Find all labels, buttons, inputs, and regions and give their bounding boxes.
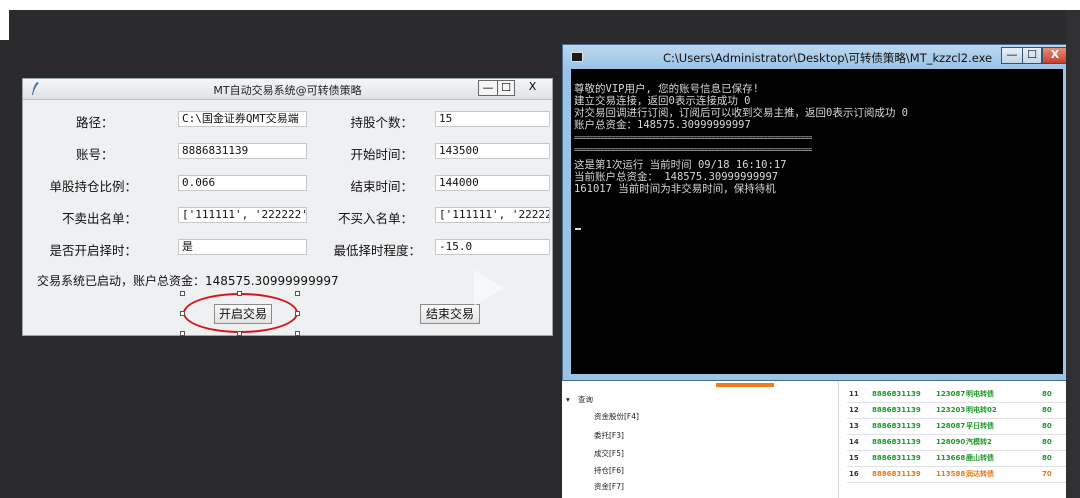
table-row[interactable]: 11 8886831139 123087 明电转债 80 — [562, 387, 1066, 402]
end-time-label: 结束时间： — [350, 179, 413, 194]
start-time-input[interactable]: 143500 — [435, 143, 550, 159]
console-title-bar[interactable]: C:\Users\Administrator\Desktop\可转债策略\MT_… — [563, 45, 1069, 69]
table-cell-qty: 70 — [1042, 470, 1052, 478]
no-sell-list-input[interactable]: ['111111', '222222'] — [178, 207, 307, 223]
path-input[interactable]: C:\国金证券QMT交易端 — [178, 111, 307, 127]
table-cell-code: 128087 — [936, 422, 966, 430]
hold-count-label: 持股个数： — [350, 115, 413, 130]
close-button[interactable]: X — [519, 80, 546, 96]
min-timing-label: 最低择时程度： — [333, 243, 421, 258]
console-line: 账户总资金：148575.30999999997 — [574, 119, 751, 131]
minimize-button[interactable]: — — [478, 80, 498, 96]
console-app-icon — [571, 52, 583, 62]
console-minimize-button[interactable]: — — [1001, 47, 1023, 64]
table-cell-qty: 80 — [1042, 438, 1052, 446]
selection-handle[interactable] — [180, 311, 185, 316]
console-window: C:\Users\Administrator\Desktop\可转债策略\MT_… — [562, 44, 1070, 381]
selection-handle[interactable] — [295, 331, 300, 336]
table-row[interactable]: 12 8886831139 123203 明电转02 80 — [562, 403, 1066, 418]
console-cursor — [575, 228, 581, 230]
table-cell-account: 8886831139 — [872, 390, 921, 398]
end-time-input[interactable]: 144000 — [435, 175, 550, 191]
highlight-ellipse — [183, 293, 298, 333]
hold-count-input[interactable]: 15 — [435, 111, 550, 127]
start-time-label: 开始时间： — [350, 147, 413, 162]
selection-handle[interactable] — [180, 291, 185, 296]
table-cell-account: 8886831139 — [872, 454, 921, 462]
table-cell-account: 8886831139 — [872, 406, 921, 414]
table-cell-account: 8886831139 — [872, 422, 921, 430]
table-cell-qty: 80 — [1042, 390, 1052, 398]
table-cell-code: 113668 — [936, 454, 966, 462]
table-cell-no: 16 — [849, 470, 859, 478]
table-cell-no: 11 — [849, 390, 859, 398]
table-cell-qty: 80 — [1042, 422, 1052, 430]
no-buy-list-label: 不买入名单： — [337, 211, 413, 226]
stop-trading-button[interactable]: 结束交易 — [420, 304, 480, 324]
table-cell-no: 13 — [849, 422, 859, 430]
table-cell-code: 113588 — [936, 470, 966, 478]
console-line: 尊敬的VIP用户, 您的账号信息已保存! — [574, 83, 759, 95]
status-text: 交易系统已启动，账户总资金：148575.30999999997 — [37, 274, 339, 288]
console-line: 161017 当前时间为非交易时间，保持待机 — [574, 183, 776, 195]
table-cell-code: 123203 — [936, 406, 966, 414]
position-ratio-input[interactable]: 0.066 — [178, 175, 307, 191]
table-cell-no: 15 — [849, 454, 859, 462]
table-cell-code: 123087 — [936, 390, 966, 398]
no-sell-list-label: 不卖出名单： — [61, 211, 137, 226]
tk-title-bar[interactable]: MT自动交易系统@可转债策略 — ☐ X — [23, 79, 552, 100]
timing-enable-input[interactable]: 是 — [178, 239, 307, 255]
console-line: 当前账户总资金： 148575.30999999997 — [574, 171, 779, 183]
console-title: C:\Users\Administrator\Desktop\可转债策略\MT_… — [663, 51, 993, 65]
selection-handle[interactable] — [295, 311, 300, 316]
play-icon[interactable] — [474, 270, 504, 306]
account-label: 账号： — [76, 147, 114, 162]
path-label: 路径： — [76, 115, 114, 130]
selection-handle[interactable] — [295, 291, 300, 296]
console-line: 对交易回调进行订阅，订阅后可以收到交易主推，返回0表示订阅成功 0 — [574, 107, 908, 119]
selection-handle[interactable] — [237, 331, 242, 336]
table-row[interactable]: 13 8886831139 128087 孚日转债 80 — [562, 419, 1066, 434]
maximize-button[interactable]: ☐ — [497, 80, 515, 96]
min-timing-input[interactable]: -15.0 — [435, 239, 550, 255]
table-cell-name: 汽模转2 — [966, 438, 992, 446]
tree-item-cash[interactable]: 资金[F7] — [594, 481, 624, 492]
table-cell-name: 润达转债 — [966, 470, 994, 478]
tk-window-title: MT自动交易系统@可转债策略 — [213, 84, 362, 97]
console-line: 建立交易连接，返回0表示连接成功 0 — [574, 95, 751, 107]
table-cell-account: 8886831139 — [872, 470, 921, 478]
console-line: 这是第1次运行 当前时间 09/18 16:10:17 — [574, 159, 787, 171]
console-output[interactable]: 尊敬的VIP用户, 您的账号信息已保存! 建立交易连接，返回0表示连接成功 0 … — [571, 69, 1063, 374]
right-edge — [1066, 10, 1080, 498]
console-close-button[interactable]: X — [1042, 47, 1068, 64]
table-cell-name: 明电转02 — [966, 406, 997, 414]
selection-handle[interactable] — [180, 331, 185, 336]
table-cell-name: 鹿山转债 — [966, 454, 994, 462]
selection-handle[interactable] — [237, 291, 242, 296]
console-maximize-button[interactable]: ☐ — [1022, 47, 1042, 64]
timing-enable-label: 是否开启择时： — [49, 243, 137, 258]
table-cell-qty: 80 — [1042, 406, 1052, 414]
console-separator: ========================================… — [574, 134, 812, 142]
table-cell-name: 孚日转债 — [966, 422, 994, 430]
corner-white-strip — [0, 0, 9, 40]
table-cell-no: 14 — [849, 438, 859, 446]
table-row[interactable]: 16 8886831139 113588 润达转债 70 — [562, 467, 1066, 482]
table-row[interactable]: 14 8886831139 128090 汽模转2 80 — [562, 435, 1066, 450]
table-row[interactable]: 15 8886831139 113668 鹿山转债 80 — [562, 451, 1066, 466]
table-cell-qty: 80 — [1042, 454, 1052, 462]
table-cell-code: 128090 — [936, 438, 966, 446]
table-cell-no: 12 — [849, 406, 859, 414]
table-cell-account: 8886831139 — [872, 438, 921, 446]
table-cell-name: 明电转债 — [966, 390, 994, 398]
account-input[interactable]: 8886831139 — [178, 143, 307, 159]
table-row-separator — [847, 482, 1066, 483]
position-ratio-label: 单股持仓比例： — [49, 179, 137, 194]
no-buy-list-input[interactable]: ['111111', '222222 — [435, 207, 550, 223]
console-separator: ========================================… — [574, 146, 812, 154]
top-white-strip — [0, 0, 1080, 10]
